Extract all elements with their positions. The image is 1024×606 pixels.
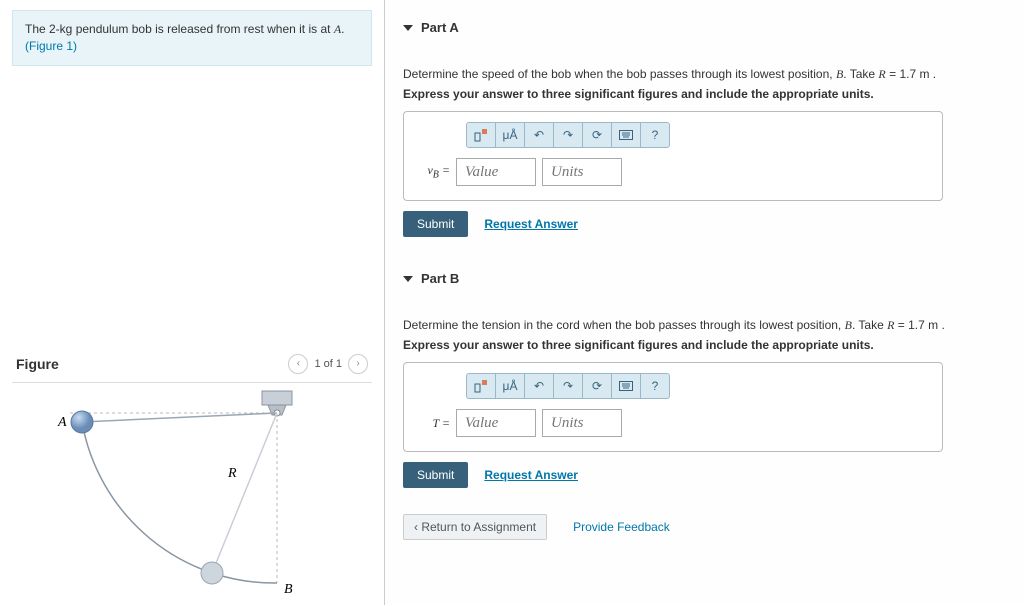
help-icon[interactable]: ? (640, 373, 670, 399)
pb-instr-mid: . Take (852, 318, 887, 332)
undo-icon[interactable]: ↶ (524, 122, 554, 148)
template-icon[interactable] (466, 122, 496, 148)
part-a-input-row: vB = (418, 158, 928, 186)
figure-label-r: R (227, 466, 237, 481)
part-b-request-answer-link[interactable]: Request Answer (484, 468, 578, 482)
figure-nav: ‹ 1 of 1 › (288, 354, 368, 374)
caret-down-icon (403, 25, 413, 31)
keyboard-icon[interactable] (611, 373, 641, 399)
figure-label-a: A (57, 415, 67, 430)
reset-icon[interactable]: ⟳ (582, 122, 612, 148)
right-panel: Part A Determine the speed of the bob wh… (384, 0, 1024, 605)
page-root: The 2-kg pendulum bob is released from r… (0, 0, 1024, 605)
problem-statement: The 2-kg pendulum bob is released from r… (12, 10, 372, 66)
provide-feedback-link[interactable]: Provide Feedback (573, 520, 670, 534)
part-b-instruction: Determine the tension in the cord when t… (403, 316, 1006, 334)
symbols-button[interactable]: μÅ (495, 373, 525, 399)
bottom-row: ‹ Return to Assignment Provide Feedback (385, 502, 1024, 552)
pa-instr-pre: Determine the speed of the bob when the … (403, 67, 836, 81)
pb-instr-pre: Determine the tension in the cord when t… (403, 318, 845, 332)
part-a-submit-button[interactable]: Submit (403, 211, 468, 237)
part-a-instruction: Determine the speed of the bob when the … (403, 65, 1006, 83)
part-a-submit-row: Submit Request Answer (403, 211, 1006, 237)
part-a-sigfig: Express your answer to three significant… (403, 87, 1006, 101)
keyboard-icon[interactable] (611, 122, 641, 148)
problem-text-post: . (341, 22, 344, 36)
return-to-assignment-button[interactable]: ‹ Return to Assignment (403, 514, 547, 540)
part-a-var-label: vB = (418, 163, 450, 180)
figure-link[interactable]: (Figure 1) (25, 39, 77, 53)
part-b-submit-row: Submit Request Answer (403, 462, 1006, 488)
part-b-var-label: T = (418, 416, 450, 431)
figure-next-button[interactable]: › (348, 354, 368, 374)
part-b-sigfig: Express your answer to three significant… (403, 338, 1006, 352)
left-panel: The 2-kg pendulum bob is released from r… (0, 0, 384, 605)
redo-icon[interactable]: ↷ (553, 373, 583, 399)
pb-instr-val: = 1.7 m . (894, 318, 944, 332)
redo-icon[interactable]: ↷ (553, 122, 583, 148)
pa-instr-mid: . Take (843, 67, 878, 81)
pb-instr-point: B (845, 318, 852, 332)
return-label: Return to Assignment (421, 520, 536, 534)
part-b-header[interactable]: Part B (403, 261, 1006, 292)
help-icon[interactable]: ? (640, 122, 670, 148)
part-b-input-row: T = (418, 409, 928, 437)
figure-prev-button[interactable]: ‹ (288, 354, 308, 374)
part-b-toolbar: μÅ ↶ ↷ ⟳ ? (466, 373, 928, 399)
part-b-submit-button[interactable]: Submit (403, 462, 468, 488)
pa-instr-var: R (878, 67, 885, 81)
part-b-value-input[interactable] (456, 409, 536, 437)
part-a-toolbar: μÅ ↶ ↷ ⟳ ? (466, 122, 928, 148)
problem-text-pre: The 2-kg pendulum bob is released from r… (25, 22, 334, 36)
figure-title: Figure (16, 356, 59, 372)
part-a-header[interactable]: Part A (403, 10, 1006, 41)
part-b-title: Part B (421, 271, 459, 286)
pa-instr-val: = 1.7 m . (886, 67, 936, 81)
part-a-title: Part A (421, 20, 459, 35)
caret-down-icon (403, 276, 413, 282)
part-a-answer-box: μÅ ↶ ↷ ⟳ ? vB = (403, 111, 943, 201)
part-a-units-input[interactable] (542, 158, 622, 186)
figure-pager: 1 of 1 (314, 358, 342, 370)
template-icon[interactable] (466, 373, 496, 399)
undo-icon[interactable]: ↶ (524, 373, 554, 399)
part-b-units-input[interactable] (542, 409, 622, 437)
part-b-answer-box: μÅ ↶ ↷ ⟳ ? T = (403, 362, 943, 452)
figure-header: Figure ‹ 1 of 1 › (12, 346, 372, 383)
part-a-block: Part A Determine the speed of the bob wh… (385, 0, 1024, 251)
figure-diagram: A R B (12, 383, 352, 603)
figure-label-b: B (284, 582, 293, 597)
part-a-value-input[interactable] (456, 158, 536, 186)
part-b-block: Part B Determine the tension in the cord… (385, 251, 1024, 502)
part-a-request-answer-link[interactable]: Request Answer (484, 217, 578, 231)
reset-icon[interactable]: ⟳ (582, 373, 612, 399)
symbols-button[interactable]: μÅ (495, 122, 525, 148)
